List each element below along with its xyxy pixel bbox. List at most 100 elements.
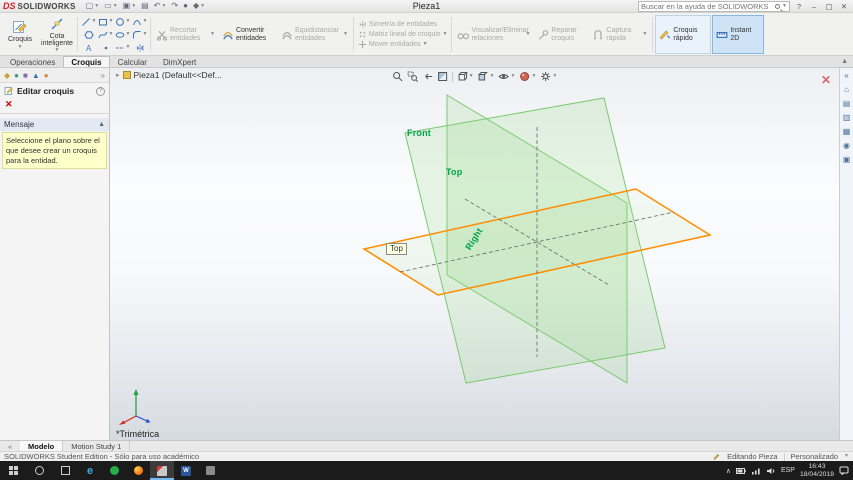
rebuild-button[interactable]: ● xyxy=(183,2,188,10)
cancel-sketch-button[interactable]: ✕ xyxy=(5,99,13,109)
confirmation-corner-cancel-icon[interactable]: ✕ xyxy=(821,74,831,86)
edit-appearance-icon[interactable]: ▼ xyxy=(519,71,536,82)
help-button[interactable]: ? xyxy=(793,2,805,11)
collapse-ribbon-chevron-icon[interactable]: ▲ xyxy=(841,58,848,65)
battery-icon[interactable] xyxy=(735,467,746,475)
search-icon[interactable] xyxy=(775,3,781,9)
display-state-selector[interactable]: Personalizado xyxy=(791,452,839,461)
linear-sketch-pattern-button[interactable]: Matriz lineal de croquis ▼ xyxy=(356,30,450,39)
quick-snaps-button[interactable]: Captura rápida ▼ xyxy=(589,15,650,54)
taskbar-app-firefox[interactable] xyxy=(126,461,150,480)
zoom-to-area-icon[interactable] xyxy=(407,71,418,82)
network-icon[interactable] xyxy=(751,467,761,475)
help-search-box[interactable]: ▼ xyxy=(638,0,790,12)
tab-motion-study[interactable]: Motion Study 1 xyxy=(63,441,131,451)
options-button[interactable]: ◆ ▼ xyxy=(193,2,205,10)
view-orientation-icon[interactable]: ▼ xyxy=(457,71,474,82)
ellipse-tool-button[interactable]: ▼ xyxy=(114,28,131,41)
configurationmanager-tab-icon[interactable]: ■ xyxy=(23,71,28,80)
text-tool-button[interactable]: A xyxy=(80,41,97,54)
custom-properties-icon[interactable]: ▣ xyxy=(843,155,851,164)
volume-icon[interactable] xyxy=(766,467,776,475)
rapid-sketch-button[interactable]: Croquis rápido xyxy=(655,15,712,54)
maximize-button[interactable]: ▢ xyxy=(823,2,835,11)
new-document-button[interactable]: ▢ ▼ xyxy=(86,2,100,10)
repair-sketch-button[interactable]: Reparar croquis xyxy=(534,15,588,54)
trim-entities-button[interactable]: Recortar entidades ▼ xyxy=(153,15,218,54)
close-button[interactable]: ✕ xyxy=(838,2,850,11)
tab-scroll-left-icon[interactable]: « xyxy=(0,441,20,451)
taskbar-clock[interactable]: 16:43 18/04/2018 xyxy=(800,463,834,478)
zoom-to-fit-icon[interactable] xyxy=(392,71,403,82)
display-delete-relations-button[interactable]: Visualizar/Eliminar relaciones ▼ xyxy=(454,15,533,54)
collapse-pane-chevron-icon[interactable]: « xyxy=(844,71,848,80)
taskbar-app-generic[interactable] xyxy=(198,461,222,480)
graphics-area[interactable]: ▸ Pieza1 (Default<<Def... ▼ ▼ ▼ ▼ ▼ ✕ Fr… xyxy=(110,68,839,440)
polygon-tool-button[interactable] xyxy=(80,28,97,41)
convert-entities-button[interactable]: Convertir entidades xyxy=(219,15,277,54)
taskbar-app-word[interactable]: W xyxy=(174,461,198,480)
display-style-icon[interactable]: ▼ xyxy=(478,71,495,82)
chevron-down-icon[interactable]: ▼ xyxy=(55,48,60,53)
flyout-feature-tree[interactable]: ▸ Pieza1 (Default<<Def... xyxy=(116,70,222,80)
search-scope-chevron-icon[interactable]: ▼ xyxy=(782,3,787,9)
file-explorer-icon[interactable]: ▥ xyxy=(843,113,851,122)
arc-tool-button[interactable]: ▼ xyxy=(131,15,148,28)
language-indicator[interactable]: ESP xyxy=(781,467,795,474)
save-button[interactable]: ▣ ▼ xyxy=(123,2,137,10)
mirror-entities-tool-button[interactable] xyxy=(131,41,148,54)
task-view-button[interactable] xyxy=(52,461,78,480)
sketch-fillet-tool-button[interactable]: ▼ xyxy=(131,28,148,41)
taskbar-app-green[interactable] xyxy=(102,461,126,480)
offset-entities-button[interactable]: Equidistanciar entidades ▼ xyxy=(278,15,351,54)
spline-tool-button[interactable]: ▼ xyxy=(97,28,114,41)
collapse-section-chevron-icon[interactable]: ▲ xyxy=(98,121,105,128)
view-palette-icon[interactable]: ▦ xyxy=(843,127,851,136)
mirror-entities-button[interactable]: Simetría de entidades xyxy=(356,20,450,29)
taskbar-app-solidworks[interactable] xyxy=(150,461,174,480)
hidden-icons-chevron-icon[interactable]: ∧ xyxy=(726,467,731,475)
point-tool-button[interactable] xyxy=(97,41,114,54)
view-settings-icon[interactable]: ▼ xyxy=(540,71,557,82)
dimxpertmanager-tab-icon[interactable]: ▲ xyxy=(32,71,40,80)
instant-2d-button[interactable]: Instant 2D xyxy=(712,15,765,54)
tab-modelo[interactable]: Modelo xyxy=(20,441,64,451)
previous-view-icon[interactable] xyxy=(422,71,433,82)
chevron-down-icon[interactable]: ▼ xyxy=(844,454,849,459)
help-search-input[interactable] xyxy=(641,1,774,11)
smart-dimension-button[interactable]: Cota inteligente ▼ xyxy=(39,15,75,54)
hide-show-items-icon[interactable]: ▼ xyxy=(498,71,515,82)
tab-calcular[interactable]: Calcular xyxy=(110,56,155,67)
minimize-button[interactable]: – xyxy=(808,2,820,11)
expand-tree-chevron-icon[interactable]: ▸ xyxy=(116,71,120,79)
design-library-icon[interactable]: ▤ xyxy=(843,99,851,108)
manager-tabs-overflow-icon[interactable]: » xyxy=(101,71,105,80)
appearances-icon[interactable]: ◉ xyxy=(843,141,850,150)
line-tool-button[interactable]: ▼ xyxy=(80,15,97,28)
taskbar-app-edge[interactable]: e xyxy=(78,461,102,480)
undo-button[interactable]: ↶ ▼ xyxy=(154,2,167,10)
cortana-search-button[interactable] xyxy=(26,461,52,480)
tab-dimxpert[interactable]: DimXpert xyxy=(155,56,204,67)
open-document-button[interactable]: ▭ ▼ xyxy=(104,2,118,10)
start-button[interactable] xyxy=(0,461,26,480)
featuremanager-tab-icon[interactable]: ◆ xyxy=(4,71,10,80)
sketch-button[interactable]: Croquis ▼ xyxy=(2,15,38,54)
print-button[interactable]: ▤ xyxy=(141,2,149,10)
notification-center-icon[interactable] xyxy=(839,466,849,475)
section-view-icon[interactable] xyxy=(437,71,448,82)
tab-croquis[interactable]: Croquis xyxy=(63,56,110,67)
propertymanager-tab-icon[interactable]: ● xyxy=(14,71,19,80)
centerline-tool-button[interactable]: ▼ xyxy=(114,41,131,54)
circle-tool-button[interactable]: ▼ xyxy=(114,15,131,28)
convert-entities-icon xyxy=(223,31,233,40)
corner-rectangle-tool-button[interactable]: ▼ xyxy=(97,15,114,28)
tab-operaciones[interactable]: Operaciones xyxy=(2,56,63,67)
chevron-down-icon[interactable]: ▼ xyxy=(18,44,23,50)
help-icon[interactable]: ? xyxy=(96,86,105,96)
displaymanager-tab-icon[interactable]: ● xyxy=(44,71,49,80)
message-section-header[interactable]: Mensaje ▲ xyxy=(0,118,109,131)
solidworks-resources-icon[interactable]: ⌂ xyxy=(844,85,849,94)
move-entities-button[interactable]: Mover entidades ▼ xyxy=(356,40,450,49)
redo-button[interactable]: ↷ xyxy=(171,2,178,10)
